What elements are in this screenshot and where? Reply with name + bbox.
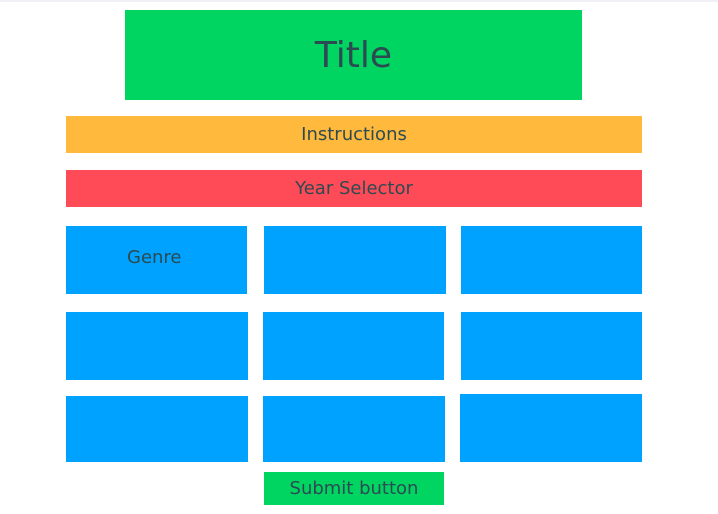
genre-tile[interactable] <box>461 312 642 380</box>
top-divider <box>0 0 718 2</box>
genre-tile[interactable] <box>264 226 446 294</box>
year-selector[interactable]: Year Selector <box>66 170 642 207</box>
genre-tile[interactable]: Genre <box>66 226 247 294</box>
wireframe-canvas: Title Instructions Year Selector Genre S… <box>0 0 718 514</box>
submit-button[interactable]: Submit button <box>264 472 444 505</box>
title-block: Title <box>125 10 582 100</box>
genre-tile[interactable] <box>66 312 248 380</box>
genre-tile[interactable] <box>263 312 444 380</box>
instructions-block: Instructions <box>66 116 642 153</box>
genre-tile[interactable] <box>460 394 642 462</box>
genre-tile[interactable] <box>66 396 248 462</box>
genre-tile[interactable] <box>263 396 445 462</box>
genre-tile[interactable] <box>461 226 642 294</box>
